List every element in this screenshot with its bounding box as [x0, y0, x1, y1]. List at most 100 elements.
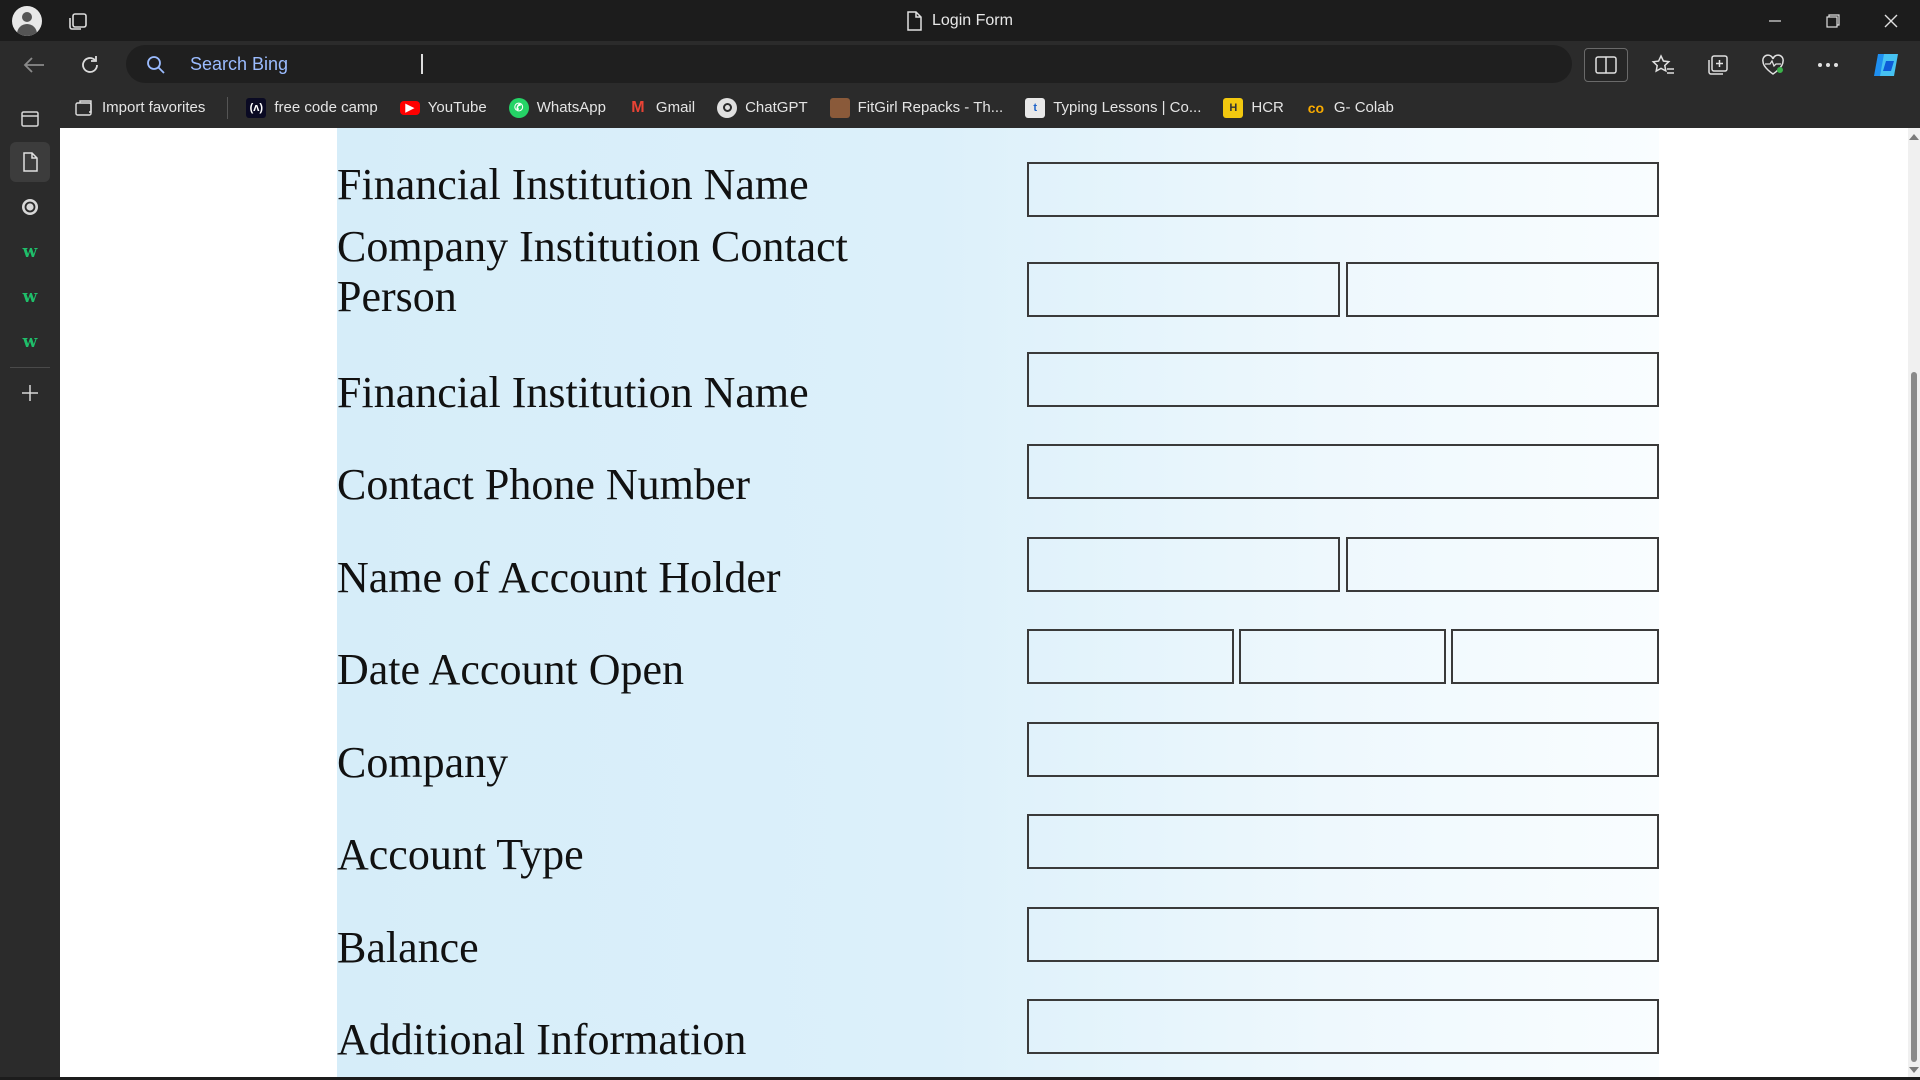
favorites-star-icon: [1651, 54, 1674, 74]
profile-avatar-icon[interactable]: [12, 6, 42, 36]
more-dots-icon: [1818, 63, 1838, 67]
fav-label: Typing Lessons | Co...: [1053, 99, 1202, 116]
fitgirl-icon: [829, 97, 850, 118]
financial-institution-name-input[interactable]: [1027, 162, 1659, 217]
refresh-button[interactable]: [72, 48, 108, 82]
fav-label: free code camp: [274, 99, 378, 116]
contact-person-first-input[interactable]: [1027, 262, 1340, 317]
fav-label: G- Colab: [1333, 99, 1394, 116]
sidebar-add-button[interactable]: [10, 373, 50, 413]
minimize-button[interactable]: [1746, 0, 1804, 41]
close-icon: [1884, 14, 1898, 27]
field-label: Name of Account Holder: [337, 553, 781, 602]
w-app-icon: w: [22, 242, 38, 262]
plus-icon: [22, 385, 38, 401]
fav-label: Gmail: [655, 99, 696, 116]
fav-youtube[interactable]: ▶ YouTube: [399, 99, 487, 116]
fav-label: YouTube: [427, 99, 487, 116]
scrollbar-thumb[interactable]: [1911, 372, 1917, 1062]
back-button[interactable]: [16, 48, 52, 82]
fav-hcr[interactable]: H HCR: [1223, 97, 1284, 118]
page-viewport: Financial Institution Name Company Insti…: [60, 128, 1908, 1077]
collections-icon: [1708, 55, 1728, 75]
close-button[interactable]: [1862, 0, 1920, 41]
field-label: Financial Institution Name: [337, 160, 809, 209]
favorites-button[interactable]: [1641, 48, 1685, 82]
fav-free-code-camp[interactable]: (ʌ) free code camp: [246, 97, 378, 118]
additional-information-input[interactable]: [1027, 999, 1659, 1054]
w-app-icon: w: [22, 332, 38, 352]
address-input[interactable]: [190, 50, 1190, 78]
refresh-icon: [82, 56, 98, 73]
scroll-down-arrow-icon[interactable]: [1909, 1067, 1919, 1073]
title-bar: Login Form: [0, 0, 1920, 41]
field-label: Company Institution Contact Person: [337, 222, 848, 321]
address-bar[interactable]: [126, 45, 1572, 83]
back-arrow-icon: [23, 57, 44, 73]
text-caret: [421, 54, 423, 74]
fav-label: ChatGPT: [745, 99, 808, 116]
fav-fitgirl[interactable]: FitGirl Repacks - Th...: [829, 97, 1004, 118]
fav-label: FitGirl Repacks - Th...: [857, 99, 1004, 116]
fav-whatsapp[interactable]: ✆ WhatsApp: [508, 97, 606, 118]
date-open-day-input[interactable]: [1027, 629, 1234, 684]
navigation-bar: [0, 41, 1920, 87]
date-open-year-input[interactable]: [1451, 629, 1659, 684]
copilot-icon: [1874, 54, 1898, 76]
workspaces-icon[interactable]: [66, 9, 90, 33]
collections-button[interactable]: [1696, 48, 1740, 82]
page-document-icon: [23, 152, 38, 172]
chatgpt-icon: [22, 199, 38, 215]
whatsapp-icon: ✆: [508, 97, 529, 118]
sidebar-tab-actions[interactable]: [10, 99, 50, 139]
fav-chatgpt[interactable]: ChatGPT: [717, 97, 808, 118]
more-options-button[interactable]: [1806, 48, 1850, 82]
browser-essentials-button[interactable]: [1751, 48, 1795, 82]
sidebar-w-app-3[interactable]: w: [10, 322, 50, 362]
field-label: Account Type: [337, 830, 584, 879]
minimize-icon: [1769, 19, 1781, 22]
import-icon: [75, 99, 92, 116]
tabs-panel-icon: [21, 111, 39, 127]
fav-typing-lessons[interactable]: t Typing Lessons | Co...: [1025, 97, 1202, 118]
favorites-divider: [227, 96, 229, 119]
login-form: Financial Institution Name Company Insti…: [337, 128, 1659, 1077]
account-type-input[interactable]: [1027, 814, 1659, 869]
date-open-month-input[interactable]: [1239, 629, 1446, 684]
account-holder-last-input[interactable]: [1346, 537, 1659, 592]
company-input[interactable]: [1027, 722, 1659, 777]
gmail-icon: M: [631, 98, 645, 116]
contact-phone-number-input[interactable]: [1027, 444, 1659, 499]
restore-button[interactable]: [1804, 0, 1862, 41]
fav-g-colab[interactable]: co G- Colab: [1306, 98, 1394, 118]
left-sidebar: w w w: [0, 87, 60, 1080]
colab-icon: co: [1307, 99, 1325, 116]
field-label: Date Account Open: [337, 645, 684, 694]
sidebar-w-app-1[interactable]: w: [10, 232, 50, 272]
sidebar-current-tab[interactable]: [10, 142, 50, 182]
sidebar-divider: [10, 367, 50, 368]
financial-institution-name-2-input[interactable]: [1027, 352, 1659, 407]
account-holder-first-input[interactable]: [1027, 537, 1340, 592]
fav-import-favorites[interactable]: Import favorites: [74, 98, 205, 118]
window-title: Login Form: [906, 8, 1013, 34]
fav-gmail[interactable]: M Gmail: [628, 98, 695, 118]
fav-label: Import favorites: [102, 99, 206, 116]
page-document-icon: [907, 11, 922, 31]
w-app-icon: w: [22, 287, 38, 307]
sidebar-w-app-2[interactable]: w: [10, 277, 50, 317]
typing-icon: t: [1025, 97, 1046, 118]
balance-input[interactable]: [1027, 907, 1659, 962]
split-screen-button[interactable]: [1584, 48, 1628, 82]
page-scrollbar[interactable]: [1908, 128, 1920, 1077]
field-label: Additional Information: [337, 1015, 747, 1064]
freecodecamp-icon: (ʌ): [246, 97, 267, 118]
contact-person-last-input[interactable]: [1346, 262, 1659, 317]
copilot-button[interactable]: [1864, 48, 1908, 82]
scroll-up-arrow-icon[interactable]: [1909, 134, 1919, 140]
chatgpt-icon: [717, 97, 738, 118]
sidebar-chatgpt[interactable]: [10, 187, 50, 227]
window-title-text: Login Form: [932, 12, 1013, 29]
fav-label: WhatsApp: [536, 99, 606, 116]
split-screen-icon: [1595, 56, 1617, 74]
